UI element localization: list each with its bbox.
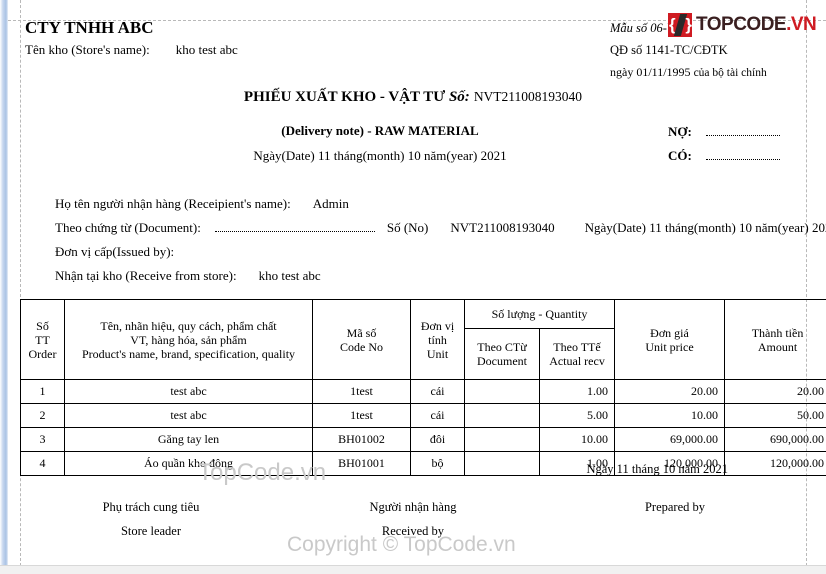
debit-label: NỢ: [668,124,692,139]
store-name-label: Tên kho (Store's name): [25,42,150,57]
cell-quantity-document [464,403,540,428]
cell-unit-price: 20.00 [614,379,726,404]
table-row: 1 test abc 1test cái 1.00 20.00 20.00 [20,379,826,404]
decision-date-suffix: của bộ tài chính [693,67,767,79]
page-title-main: PHIẾU XUẤT KHO - VẬT TƯ [243,89,446,105]
column-header-quantity-group: Số lượng - Quantity [463,299,616,329]
cell-code: BH01002 [312,427,411,452]
column-header-unit: Đơn vị tính Unit [410,299,465,380]
receive-store-row: Nhận tại kho (Receive from store): kho te… [55,264,815,288]
signature-label-en: Store leader [120,524,182,538]
cell-order: 2 [20,403,65,428]
logo-right-brace: } [685,15,692,34]
column-header-code: Mã số Code No [312,299,411,380]
footer-date: Ngày 11 tháng 10 năm 2021 [586,462,728,476]
cell-unit-price: 69,000.00 [614,427,726,452]
logo-left-brace: { [669,15,676,34]
logo-wordmark-name: TOPCODE [696,14,787,35]
window-bottom-edge [0,565,826,574]
recipient-label: Họ tên người nhận hàng (Receipient's nam… [55,196,291,211]
recipient-value: Admin [312,196,349,211]
recipient-row: Họ tên người nhận hàng (Receipient's nam… [55,192,815,216]
document-value-field[interactable] [214,220,375,232]
document-number-label: Số (No) [386,220,429,235]
cell-amount: 20.00 [724,379,826,404]
credit-row: CÓ: [668,144,780,168]
code-brackets-icon: { } [668,13,692,37]
decision-date: ngày 01/11/1995 của bộ tài chính [610,61,767,84]
receive-store-label: Nhận tại kho (Receive from store): [55,268,237,283]
credit-value-field[interactable] [706,148,780,160]
table-row: 2 test abc 1test cái 5.00 10.00 50.00 [20,403,826,428]
cell-quantity-document [464,427,540,452]
cell-quantity-actual: 1.00 [538,379,616,404]
document-number-value: NVT211008193040 [450,220,555,235]
cell-product-name: test abc [64,403,313,428]
signature-label-vi: Người nhận hàng [369,500,457,514]
column-header-quantity-actual: Theo TTế Actual recv [538,328,616,380]
column-header-product-name: Tên, nhãn hiệu, quy cách, phẩm chất VT, … [64,299,313,380]
logo-wordmark: TOPCODE.VN [696,13,817,37]
logo-wordmark-tld: .VN [786,14,817,35]
issued-by-label: Đơn vị cấp(Issued by): [55,244,175,259]
cell-unit-price: 10.00 [614,403,726,428]
cell-unit: cái [410,379,465,404]
cell-code: 1test [312,403,411,428]
debit-row: NỢ: [668,120,780,144]
cell-order: 1 [20,379,65,404]
column-header-unit-price: Đơn giá Unit price [614,299,726,380]
voucher-number-label: Số: [448,89,470,105]
document-reference-row: Theo chứng từ (Document): Số (No) NVT21100… [55,216,826,240]
cell-quantity-document [464,379,540,404]
column-header-amount: Thành tiền Amount [724,299,826,380]
cell-amount: 50.00 [724,403,826,428]
decision-number: QĐ số 1141-TC/CĐTK [610,43,728,57]
signature-label-vi: Prepared by [644,500,706,514]
cell-quantity-actual: 5.00 [538,403,616,428]
topcode-logo: { } TOPCODE.VN [668,13,817,37]
issued-by-row: Đơn vị cấp(Issued by): [55,240,815,264]
store-name-line: Tên kho (Store's name): kho test abc [25,42,238,58]
column-header-quantity-document: Theo CTừ Document [464,328,540,380]
cell-quantity-actual: 10.00 [538,427,616,452]
items-table: Số TT Order Tên, nhãn hiệu, quy cách, ph… [20,299,826,476]
page-title: PHIẾU XUẤT KHO - VẬT TƯ Số: NVT2110081930… [0,89,826,106]
document-label: Theo chứng từ (Document): [55,220,201,235]
signature-label-en: Received by [381,524,445,538]
signature-block: Prepared by [544,495,806,543]
signature-block: Người nhận hàng Received by [282,495,544,543]
items-table-header: Số TT Order Tên, nhãn hiệu, quy cách, ph… [20,299,826,380]
page-subtitle: (Delivery note) - RAW MATERIAL [281,123,479,138]
company-name: CTY TNHH ABC [25,18,154,37]
signature-label-vi: Phụ trách cung tiêu [102,500,200,514]
cell-order: 3 [20,427,65,452]
window-left-edge [0,0,8,574]
signature-block: Phụ trách cung tiêu Store leader [20,495,282,543]
account-entry-block: NỢ: CÓ: [668,120,780,168]
cell-amount: 690,000.00 [724,427,826,452]
table-row: 3 Găng tay len BH01002 đôi 10.00 69,000.00 690… [20,427,826,452]
cell-code: 1test [312,379,411,404]
delivery-info-block: Họ tên người nhận hàng (Receipient's nam… [55,192,826,288]
debit-value-field[interactable] [706,124,780,136]
decision-date-prefix: ngày 01/11/1995 [610,65,691,79]
store-name-value: kho test abc [175,42,238,57]
cell-product-name: Găng tay len [64,427,313,452]
document-date-line: Ngày(Date) 11 tháng(month) 10 năm(year) … [253,148,507,163]
header-row-primary: Số TT Order Tên, nhãn hiệu, quy cách, ph… [20,299,826,380]
voucher-number-value: NVT211008193040 [473,89,583,104]
cell-unit: cái [410,403,465,428]
cell-product-name: test abc [64,379,313,404]
document-date-value: Ngày(Date) 11 tháng(month) 10 năm(year) … [584,220,826,235]
cell-unit: đôi [410,427,465,452]
signature-row: Phụ trách cung tiêu Store leader Người nhậ… [20,495,806,543]
receive-store-value: kho test abc [258,268,321,283]
column-header-order: Số TT Order [20,299,65,380]
credit-label: CÓ: [668,148,692,163]
